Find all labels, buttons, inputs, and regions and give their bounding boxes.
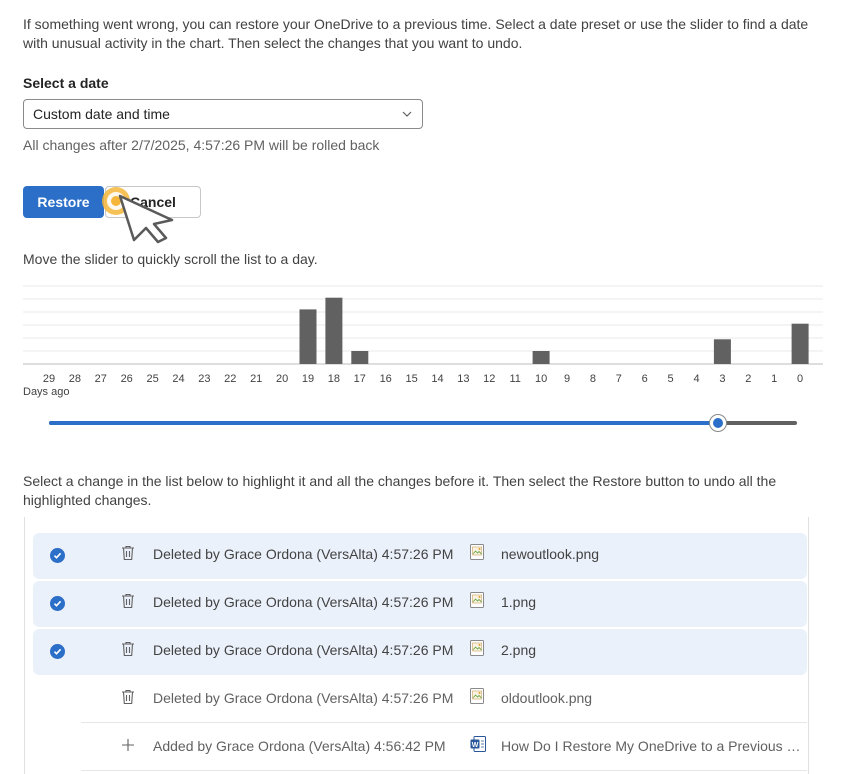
chart-tick-label: 29: [43, 373, 55, 385]
chart-tick-label: 10: [535, 373, 547, 385]
image-file-icon: [470, 592, 484, 608]
image-file-icon: [470, 640, 484, 656]
change-description: Deleted by Grace Ordona (VersAlta) 4:57:…: [153, 642, 454, 658]
date-select[interactable]: Custom date and time: [23, 99, 423, 129]
restore-button[interactable]: Restore: [23, 186, 104, 218]
change-row[interactable]: Deleted by Grace Ordona (VersAlta) 4:57:…: [33, 581, 807, 627]
trash-icon: [121, 641, 135, 657]
chart-tick-label: 17: [354, 373, 366, 385]
checkmark-icon[interactable]: [50, 548, 65, 563]
chart-tick-label: 23: [198, 373, 210, 385]
chart-tick-label: 21: [250, 373, 262, 385]
chart-tick-label: 27: [95, 373, 107, 385]
chart-tick-label: 13: [457, 373, 469, 385]
rollback-text: All changes after 2/7/2025, 4:57:26 PM w…: [23, 137, 380, 153]
svg-text:W: W: [472, 742, 479, 749]
change-row[interactable]: Added by Grace Ordona (VersAlta) 4:56:42…: [81, 725, 807, 771]
chart-tick-label: 28: [69, 373, 81, 385]
x-axis-label: Days ago: [23, 386, 70, 398]
chart-tick-label: 11: [509, 373, 520, 385]
change-file-name: oldoutlook.png: [501, 690, 593, 706]
change-description: Added by Grace Ordona (VersAlta) 4:56:42…: [153, 738, 446, 754]
chart-tick-label: 1: [771, 373, 777, 385]
date-slider[interactable]: [49, 414, 797, 432]
checkmark-icon[interactable]: [50, 596, 65, 611]
chart-tick-label: 8: [590, 373, 596, 385]
chart-tick-label: 19: [302, 373, 314, 385]
chart-bar[interactable]: [299, 309, 317, 364]
chart-tick-label: 4: [693, 373, 699, 385]
chart-tick-label: 14: [431, 373, 443, 385]
change-file-name: 1.png: [501, 594, 537, 610]
change-row[interactable]: Deleted by Grace Ordona (VersAlta) 4:57:…: [33, 629, 807, 675]
change-description: Deleted by Grace Ordona (VersAlta) 4:57:…: [153, 690, 454, 706]
word-file-icon: W: [470, 736, 486, 752]
slider-thumb[interactable]: [709, 414, 728, 432]
list-hint: Select a change in the list below to hig…: [23, 473, 777, 508]
chart-bar[interactable]: [325, 297, 343, 364]
checkmark-icon[interactable]: [50, 644, 65, 659]
slider-fill: [49, 421, 719, 425]
chart-tick-label: 16: [380, 373, 392, 385]
trash-icon: [121, 593, 135, 609]
chart-tick-label: 3: [719, 373, 725, 385]
chart-tick-label: 26: [121, 373, 133, 385]
chart-tick-label: 7: [616, 373, 622, 385]
change-description: Deleted by Grace Ordona (VersAlta) 4:57:…: [153, 546, 454, 562]
cancel-button[interactable]: Cancel: [105, 186, 201, 218]
chart-tick-label: 20: [276, 373, 288, 385]
chart-tick-label: 18: [328, 373, 340, 385]
chart-tick-label: 2: [745, 373, 751, 385]
image-file-icon: [470, 544, 484, 560]
chart-tick-label: 22: [224, 373, 236, 385]
chart-tick-label: 0: [797, 373, 803, 385]
chart-tick-label: 24: [172, 373, 184, 385]
plus-icon: [121, 737, 135, 753]
change-row[interactable]: Deleted by Grace Ordona (VersAlta) 4:57:…: [81, 677, 807, 723]
chart-tick-label: 6: [642, 373, 648, 385]
change-file-name: How Do I Restore My OneDrive to a Previo…: [501, 738, 807, 754]
chart-tick-label: 15: [405, 373, 417, 385]
change-row[interactable]: Deleted by Grace Ordona (VersAlta) 4:57:…: [33, 533, 807, 579]
change-list[interactable]: Deleted by Grace Ordona (VersAlta) 4:57:…: [24, 517, 809, 774]
slider-hint: Move the slider to quickly scroll the li…: [23, 251, 318, 267]
chevron-down-icon: [402, 111, 412, 117]
chart-tick-label: 12: [483, 373, 495, 385]
image-file-icon: [470, 688, 484, 704]
chart-tick-label: 5: [668, 373, 674, 385]
chart-tick-label: 9: [564, 373, 570, 385]
date-label: Select a date: [23, 75, 109, 91]
date-select-value: Custom date and time: [33, 106, 170, 122]
intro-text: If something went wrong, you can restore…: [23, 16, 809, 51]
change-file-name: 2.png: [501, 642, 537, 658]
change-description: Deleted by Grace Ordona (VersAlta) 4:57:…: [153, 594, 454, 610]
chart-tick-label: 25: [146, 373, 158, 385]
chart-bar[interactable]: [532, 351, 550, 364]
chart-bar[interactable]: [791, 323, 809, 364]
change-file-name: newoutlook.png: [501, 546, 600, 562]
activity-chart: 29 28 27 26 25 24 23 22 21 20 19 18 17 16 15 14 13 12 11 10…: [23, 285, 823, 385]
chart-bar[interactable]: [713, 339, 731, 364]
trash-icon: [121, 545, 135, 561]
chart-bar[interactable]: [351, 351, 369, 364]
trash-icon: [121, 689, 135, 705]
